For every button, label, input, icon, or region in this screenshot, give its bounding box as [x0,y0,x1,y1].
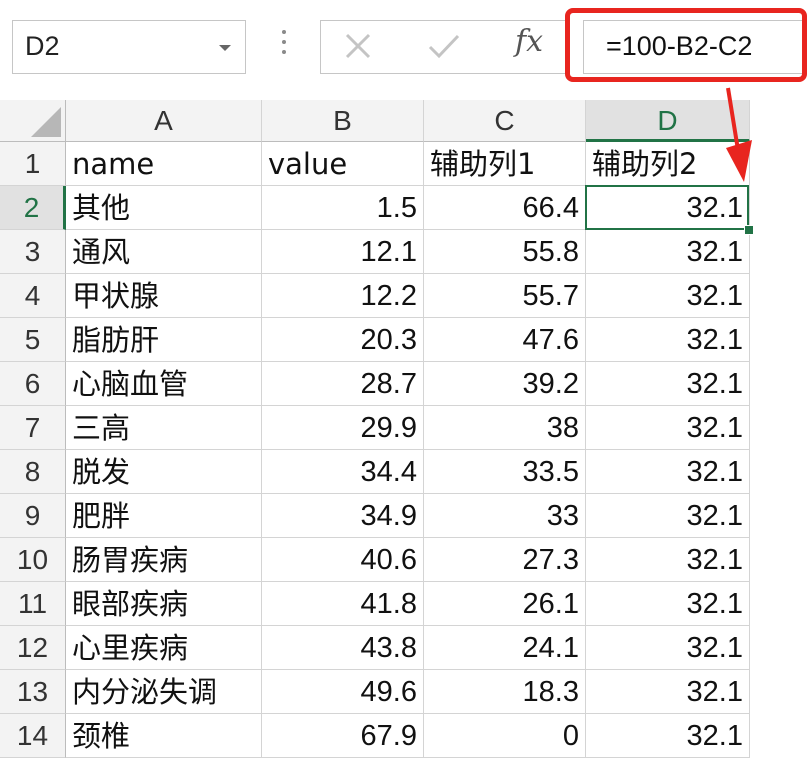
formula-bar: D2 fx =100-B2-C2 [0,0,811,92]
cell-c1[interactable]: 辅助列1 [424,142,586,186]
cell-c13[interactable]: 18.3 [424,670,586,714]
cell-d8[interactable]: 32.1 [586,450,750,494]
select-all-triangle-icon [31,107,61,137]
cell-c4[interactable]: 55.7 [424,274,586,318]
row-header-13[interactable]: 13 [0,670,66,714]
cell-d6[interactable]: 32.1 [586,362,750,406]
cell-b1[interactable]: value [262,142,424,186]
cell-d4[interactable]: 32.1 [586,274,750,318]
row-header-10[interactable]: 10 [0,538,66,582]
cell-b9[interactable]: 34.9 [262,494,424,538]
cell-a5[interactable]: 脂肪肝 [66,318,262,362]
row-header-1[interactable]: 1 [0,142,66,186]
cell-b12[interactable]: 43.8 [262,626,424,670]
name-box-value: D2 [25,31,60,61]
cell-b7[interactable]: 29.9 [262,406,424,450]
cell-a9[interactable]: 肥胖 [66,494,262,538]
row-header-11[interactable]: 11 [0,582,66,626]
cell-c3[interactable]: 55.8 [424,230,586,274]
row-header-8[interactable]: 8 [0,450,66,494]
cell-d13[interactable]: 32.1 [586,670,750,714]
cell-c6[interactable]: 39.2 [424,362,586,406]
row-header-4[interactable]: 4 [0,274,66,318]
insert-function-icon[interactable]: fx [515,24,543,59]
formula-text: =100-B2-C2 [606,31,753,61]
cell-b11[interactable]: 41.8 [262,582,424,626]
column-header-a[interactable]: A [66,100,262,142]
row-header-14[interactable]: 14 [0,714,66,758]
cell-a1[interactable]: name [66,142,262,186]
cell-c12[interactable]: 24.1 [424,626,586,670]
cell-b2[interactable]: 1.5 [262,186,424,230]
column-header-c[interactable]: C [424,100,586,142]
chevron-down-icon[interactable] [219,45,231,51]
cell-b5[interactable]: 20.3 [262,318,424,362]
cell-d3[interactable]: 32.1 [586,230,750,274]
row-header-6[interactable]: 6 [0,362,66,406]
name-box[interactable]: D2 [12,20,246,74]
cell-c11[interactable]: 26.1 [424,582,586,626]
cell-c9[interactable]: 33 [424,494,586,538]
cell-d14[interactable]: 32.1 [586,714,750,758]
cell-b8[interactable]: 34.4 [262,450,424,494]
cell-c5[interactable]: 47.6 [424,318,586,362]
cell-b14[interactable]: 67.9 [262,714,424,758]
grip-dots-icon[interactable] [282,30,286,58]
cell-a7[interactable]: 三高 [66,406,262,450]
cell-a14[interactable]: 颈椎 [66,714,262,758]
row-header-7[interactable]: 7 [0,406,66,450]
cell-c8[interactable]: 33.5 [424,450,586,494]
check-icon[interactable] [426,31,462,61]
cell-a4[interactable]: 甲状腺 [66,274,262,318]
row-header-5[interactable]: 5 [0,318,66,362]
cell-a8[interactable]: 脱发 [66,450,262,494]
fill-handle[interactable] [744,225,754,235]
cell-a6[interactable]: 心脑血管 [66,362,262,406]
cell-d9[interactable]: 32.1 [586,494,750,538]
cell-a12[interactable]: 心里疾病 [66,626,262,670]
spreadsheet-grid: A B C D 1 name value 辅助列1 辅助列2 2 其他 1.5 66.4 32.1 3 通风 1… [0,92,811,759]
cell-a11[interactable]: 眼部疾病 [66,582,262,626]
cell-a2[interactable]: 其他 [66,186,262,230]
cell-b4[interactable]: 12.2 [262,274,424,318]
cell-b3[interactable]: 12.1 [262,230,424,274]
cell-d5[interactable]: 32.1 [586,318,750,362]
column-header-b[interactable]: B [262,100,424,142]
cell-a10[interactable]: 肠胃疾病 [66,538,262,582]
cancel-icon[interactable] [343,31,373,61]
cell-d12[interactable]: 32.1 [586,626,750,670]
cell-b13[interactable]: 49.6 [262,670,424,714]
cell-d11[interactable]: 32.1 [586,582,750,626]
cell-d7[interactable]: 32.1 [586,406,750,450]
row-header-3[interactable]: 3 [0,230,66,274]
cell-c2[interactable]: 66.4 [424,186,586,230]
row-header-9[interactable]: 9 [0,494,66,538]
cell-b6[interactable]: 28.7 [262,362,424,406]
cell-a3[interactable]: 通风 [66,230,262,274]
formula-input[interactable]: =100-B2-C2 [583,20,803,74]
cell-c10[interactable]: 27.3 [424,538,586,582]
cell-a13[interactable]: 内分泌失调 [66,670,262,714]
row-header-2[interactable]: 2 [0,186,66,230]
cell-c7[interactable]: 38 [424,406,586,450]
cell-d1[interactable]: 辅助列2 [586,142,750,186]
select-all-corner[interactable] [0,100,66,142]
column-header-d[interactable]: D [586,100,750,142]
cell-d2[interactable]: 32.1 [586,186,750,230]
row-header-12[interactable]: 12 [0,626,66,670]
cell-d10[interactable]: 32.1 [586,538,750,582]
cell-b10[interactable]: 40.6 [262,538,424,582]
cell-c14[interactable]: 0 [424,714,586,758]
